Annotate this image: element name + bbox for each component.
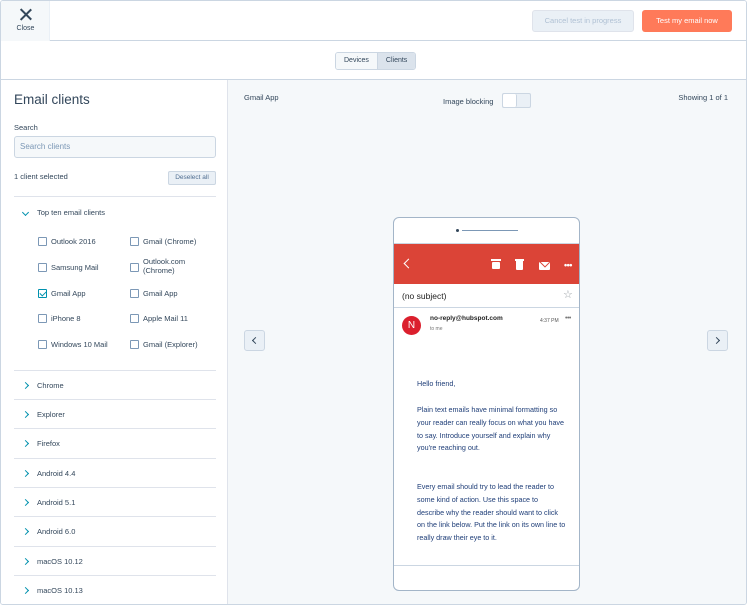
checkbox-outlook-2016[interactable]	[38, 237, 47, 246]
group-android-4-4[interactable]: Android 4.4	[14, 458, 216, 487]
gmail-toolbar: •••	[394, 244, 579, 284]
star-icon: ☆	[563, 289, 573, 301]
checkbox-gmail-app-2[interactable]	[130, 289, 139, 298]
client-label: Apple Mail 11	[143, 314, 188, 323]
client-label: Outlook.com (Chrome)	[143, 257, 186, 275]
tab-clients[interactable]: Clients	[376, 53, 416, 69]
client-label: Gmail (Chrome)	[143, 237, 197, 246]
email-time: 4:37 PM	[540, 318, 559, 324]
camera-dot	[456, 229, 459, 232]
deselect-all-button[interactable]: Deselect all	[168, 171, 216, 185]
next-button[interactable]	[707, 330, 728, 351]
email-clients-sidebar: Email clients Search Search clients 1 cl…	[1, 80, 228, 604]
search-label: Search	[14, 123, 38, 132]
group-firefox[interactable]: Firefox	[14, 428, 216, 457]
checkbox-samsung-mail[interactable]	[38, 263, 47, 272]
tab-devices[interactable]: Devices	[336, 53, 377, 69]
mail-icon	[539, 262, 550, 270]
recipient-label: to me	[430, 326, 443, 332]
search-input[interactable]: Search clients	[14, 136, 216, 158]
back-arrow-icon	[403, 258, 414, 269]
trash-icon	[515, 259, 524, 270]
sidebar-title: Email clients	[14, 92, 90, 107]
client-label: iPhone 8	[51, 314, 81, 323]
group-android-6-0[interactable]: Android 6.0	[14, 516, 216, 545]
close-icon	[19, 8, 32, 21]
selected-count: 1 client selected	[14, 172, 68, 181]
toggle-knob	[503, 94, 517, 107]
image-blocking-label: Image blocking	[443, 97, 494, 106]
chevron-right-icon	[712, 336, 721, 345]
email-paragraph-2: Every email should try to lead the reade…	[417, 482, 566, 543]
client-label: Gmail (Explorer)	[143, 340, 198, 349]
checkbox-windows-10-mail[interactable]	[38, 340, 47, 349]
client-label: Windows 10 Mail	[51, 340, 108, 349]
view-tab-bar: Devices Clients	[1, 41, 746, 80]
client-label: Samsung Mail	[51, 263, 99, 272]
group-label: macOS 10.12	[37, 557, 83, 566]
chevron-right-icon	[21, 527, 30, 536]
chevron-right-icon	[21, 381, 30, 390]
more-icon: •••	[565, 315, 571, 322]
image-blocking-toggle[interactable]	[502, 93, 531, 108]
checkbox-gmail-app[interactable]	[38, 289, 47, 298]
more-icon: •••	[564, 260, 572, 270]
checkbox-gmail-explorer[interactable]	[130, 340, 139, 349]
sender-row: N no-reply@hubspot.com to me 4:37 PM •••	[394, 308, 579, 344]
email-test-window: Close Cancel test in progress Test my em…	[0, 0, 747, 605]
close-button[interactable]: Close	[1, 1, 50, 41]
group-explorer[interactable]: Explorer	[14, 399, 216, 428]
group-chrome[interactable]: Chrome	[14, 370, 216, 399]
group-label: Chrome	[37, 381, 64, 390]
group-label: Android 4.4	[37, 469, 76, 478]
email-greeting: Hello friend,	[417, 379, 456, 388]
chevron-right-icon	[21, 410, 30, 419]
checkbox-apple-mail-11[interactable]	[130, 314, 139, 323]
preview-client-name: Gmail App	[244, 93, 279, 102]
chevron-right-icon	[21, 439, 30, 448]
client-label: Outlook 2016	[51, 237, 96, 246]
previous-button[interactable]	[244, 330, 265, 351]
group-label: macOS 10.13	[37, 586, 83, 595]
view-tabs: Devices Clients	[335, 52, 417, 70]
close-label: Close	[16, 25, 35, 32]
checkbox-outlook-com-chrome[interactable]	[130, 263, 139, 272]
showing-count: Showing 1 of 1	[678, 93, 728, 102]
avatar: N	[402, 316, 421, 335]
client-label: Gmail App	[51, 289, 86, 298]
group-label: Android 5.1	[37, 498, 76, 507]
group-android-5-1[interactable]: Android 5.1	[14, 487, 216, 516]
chevron-right-icon	[21, 498, 30, 507]
phone-preview: ••• (no subject) ☆ N no-reply@hubspot.co…	[393, 217, 580, 591]
email-subject: (no subject)	[402, 291, 447, 301]
group-label: Explorer	[37, 410, 65, 419]
chevron-down-icon[interactable]	[21, 208, 30, 217]
subject-row: (no subject) ☆	[394, 284, 579, 308]
chevron-right-icon	[21, 586, 30, 595]
phone-bottom-bezel	[394, 565, 579, 566]
phone-top-bezel	[394, 218, 579, 244]
checkbox-gmail-chrome[interactable]	[130, 237, 139, 246]
group-label: Android 6.0	[37, 527, 76, 536]
archive-icon	[491, 259, 501, 269]
chevron-right-icon	[21, 557, 30, 566]
checkbox-iphone-8[interactable]	[38, 314, 47, 323]
group-label: Firefox	[37, 439, 60, 448]
sender-address: no-reply@hubspot.com	[430, 315, 503, 322]
cancel-test-button[interactable]: Cancel test in progress	[532, 10, 634, 32]
speaker-line	[462, 230, 518, 231]
group-macos-10-13[interactable]: macOS 10.13	[14, 575, 216, 604]
preview-area: Gmail App Image blocking Showing 1 of 1 …	[228, 80, 746, 604]
group-macos-10-12[interactable]: macOS 10.12	[14, 546, 216, 575]
chevron-right-icon	[21, 469, 30, 478]
client-label: Gmail App	[143, 289, 178, 298]
chevron-left-icon	[251, 336, 260, 345]
group-top-ten[interactable]: Top ten email clients	[37, 208, 105, 217]
test-email-button[interactable]: Test my email now	[642, 10, 732, 32]
divider	[14, 196, 216, 197]
email-paragraph-1: Plain text emails have minimal formattin…	[417, 405, 565, 453]
top-bar: Close Cancel test in progress Test my em…	[1, 1, 746, 41]
